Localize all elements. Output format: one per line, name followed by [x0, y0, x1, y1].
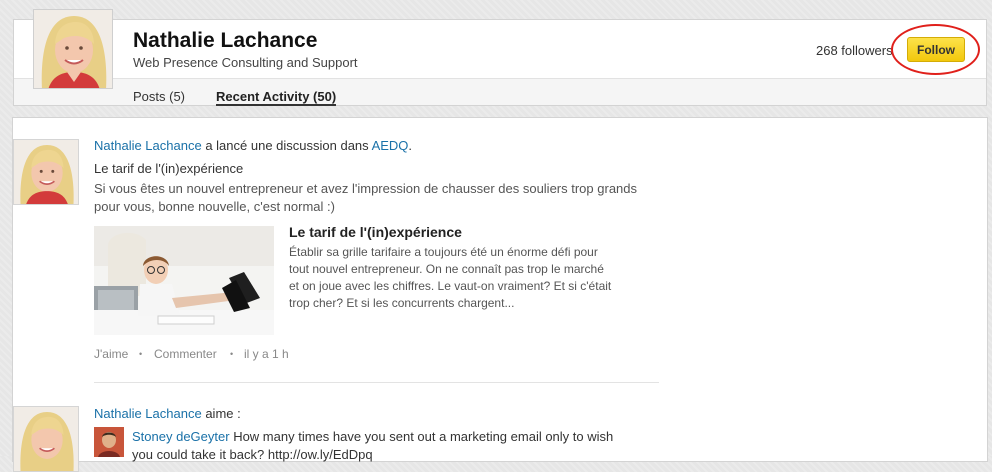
profile-headline: Web Presence Consulting and Support [133, 55, 358, 70]
actor-link[interactable]: Nathalie Lachance [94, 406, 202, 421]
feed-item-avatar[interactable] [13, 139, 79, 205]
shared-text-line[interactable]: you could take it back? http://ow.ly/EdD… [132, 447, 373, 462]
profile-photo-image [34, 10, 112, 88]
feed-avatar-image [14, 407, 78, 471]
shared-author-link[interactable]: Stoney deGeyter [132, 429, 230, 444]
discussion-title[interactable]: Le tarif de l'(in)expérience [94, 161, 243, 176]
separator-dot: • [230, 349, 234, 359]
action-text: a lancé une discussion dans [205, 138, 369, 153]
article-text-line: et on joue avec les chiffres. Le vaut-on… [289, 279, 612, 293]
article-title[interactable]: Le tarif de l'(in)expérience [289, 224, 462, 240]
separator-dot: • [139, 349, 143, 359]
article-text-line: trop cher? Et si les concurrents chargen… [289, 296, 515, 310]
discussion-text-line: pour vous, bonne nouvelle, c'est normal … [94, 199, 335, 214]
group-link[interactable]: AEDQ [372, 138, 409, 153]
profile-name: Nathalie Lachance [133, 29, 318, 52]
follow-highlight-annotation [891, 24, 980, 75]
actor-link[interactable]: Nathalie Lachance [94, 138, 202, 153]
shared-author-photo [94, 427, 124, 457]
article-preview-image[interactable] [94, 226, 274, 335]
like-link[interactable]: J'aime [94, 347, 128, 361]
feed-item-avatar[interactable] [13, 406, 79, 472]
action-text: aime : [205, 406, 241, 421]
group-suffix: . [408, 138, 413, 153]
tab-posts[interactable]: Posts (5) [133, 89, 185, 104]
feed-avatar-image [14, 140, 78, 204]
feed-divider [94, 382, 659, 383]
active-tab-indicator [216, 104, 336, 106]
child-at-desk-image [94, 226, 274, 335]
feed-item-header: Nathalie Lachance aime : [94, 406, 241, 421]
discussion-text-line: Si vous êtes un nouvel entrepreneur et a… [94, 181, 638, 196]
shared-post-line: Stoney deGeyter How many times have you … [132, 429, 613, 444]
article-text-line: tout nouvel entrepreneur. On ne connaît … [289, 262, 604, 276]
feed-item-header: Nathalie Lachance a lancé une discussion… [94, 138, 412, 153]
tab-recent-activity[interactable]: Recent Activity (50) [216, 89, 336, 104]
followers-count: 268 followers [816, 43, 893, 58]
shared-text: How many times have you sent out a marke… [233, 429, 614, 444]
profile-photo[interactable] [33, 9, 113, 89]
shared-author-avatar[interactable] [94, 427, 124, 457]
article-text-line: Établir sa grille tarifaire a toujours é… [289, 245, 598, 259]
timestamp: il y a 1 h [244, 347, 289, 361]
comment-link[interactable]: Commenter [154, 347, 217, 361]
